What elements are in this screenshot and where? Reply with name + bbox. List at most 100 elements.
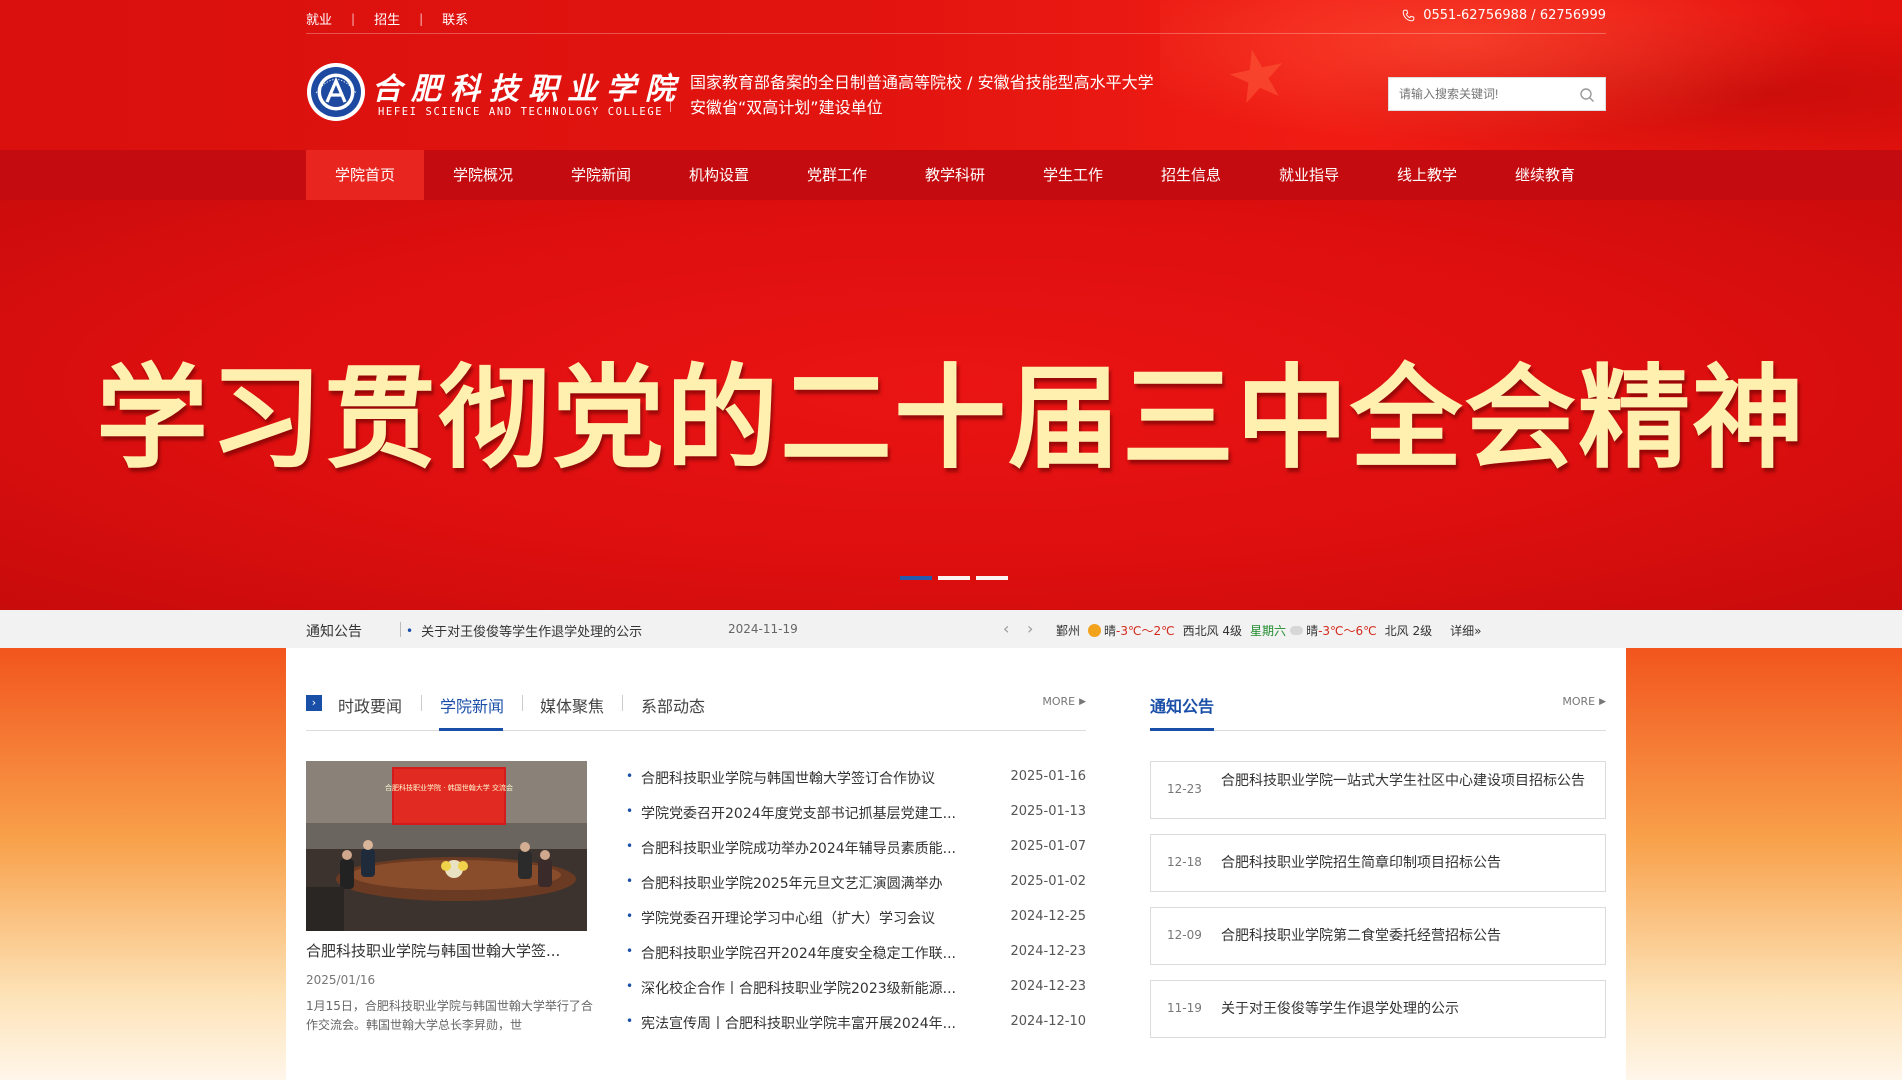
nav-item-departments[interactable]: 机构设置 — [660, 150, 778, 200]
sunny-icon — [1088, 624, 1102, 637]
clear-night-icon — [1290, 626, 1304, 635]
notices-title[interactable]: 通知公告 — [1150, 693, 1214, 717]
weather-detail-link[interactable]: 详细» — [1450, 622, 1481, 639]
news-list-item[interactable]: • 宪法宣传周丨合肥科技职业学院丰富开展2024年... 2024-12-10 — [626, 1013, 1086, 1048]
nav-item-party-work[interactable]: 党群工作 — [778, 150, 896, 200]
top-link-contact[interactable]: 联系 — [442, 9, 468, 28]
chevron-left-icon[interactable]: ‹ — [1003, 619, 1009, 638]
notice-card[interactable]: 12-18 合肥科技职业学院招生简章印制项目招标公告 — [1150, 834, 1606, 892]
notice-ticker-item[interactable]: • 关于对王俊俊等学生作退学处理的公示 — [406, 621, 643, 641]
weather-tomorrow-condition: 晴 — [1306, 624, 1319, 638]
search-input[interactable] — [1389, 78, 1569, 110]
chevron-right-icon[interactable]: › — [1027, 619, 1033, 638]
news-title[interactable]: 合肥科技职业学院与韩国世翰大学签订合作协议 — [641, 768, 971, 788]
top-links: 就业 | 招生 | 联系 — [306, 9, 468, 29]
top-link-admission[interactable]: 招生 — [374, 9, 400, 28]
tab-media-focus[interactable]: 媒体聚焦 — [540, 693, 604, 717]
notice-ticker-text: 关于对王俊俊等学生作退学处理的公示 — [421, 625, 643, 640]
notice-title[interactable]: 关于对王俊俊等学生作退学处理的公示 — [1221, 999, 1591, 1020]
tab-separator — [622, 695, 623, 711]
weather-tomorrow-wind: 北风 2级 — [1384, 624, 1433, 638]
banner-title: 学习贯彻党的二十届三中全会精神 — [96, 354, 1806, 484]
news-list-item[interactable]: • 合肥科技职业学院召开2024年度安全稳定工作联... 2024-12-23 — [626, 943, 1086, 978]
featured-news-photo[interactable]: 合肥科技职业学院 · 韩国世翰大学 交流会 — [306, 761, 587, 931]
news-list-item[interactable]: • 合肥科技职业学院与韩国世翰大学签订合作协议 2025-01-16 — [626, 768, 1086, 803]
nav-item-career[interactable]: 就业指导 — [1250, 150, 1368, 200]
slogan-line-1: 国家教育部备案的全日制普通高等院校 / 安徽省技能型高水平大学 — [690, 73, 1154, 92]
search-icon[interactable] — [1579, 87, 1595, 103]
news-title[interactable]: 深化校企合作丨合肥科技职业学院2023级新能源... — [641, 978, 971, 998]
triangle-right-icon: ▶ — [1599, 696, 1606, 707]
separator — [400, 622, 401, 637]
carousel-dot-2[interactable] — [938, 576, 970, 580]
notice-title[interactable]: 合肥科技职业学院一站式大学生社区中心建设项目招标公告 — [1221, 771, 1591, 792]
nav-items: 学院首页 学院概况 学院新闻 机构设置 党群工作 教学科研 学生工作 招生信息 … — [306, 150, 1604, 200]
bullet-icon: • — [406, 623, 414, 638]
weather-widget: 鄞州 晴 -3℃～2℃ 西北风 4级 星期六 晴 -3℃～6℃ 北风 2级 详细… — [1056, 622, 1481, 639]
bullet-icon: • — [626, 909, 634, 923]
news-title[interactable]: 合肥科技职业学院成功举办2024年辅导员素质能... — [641, 838, 971, 858]
hero-banner[interactable]: 学习贯彻党的二十届三中全会精神 — [0, 200, 1902, 610]
school-slogan: 国家教育部备案的全日制普通高等院校 / 安徽省技能型高水平大学 安徽省“双高计划… — [690, 70, 1154, 120]
notice-card[interactable]: 11-19 关于对王俊俊等学生作退学处理的公示 — [1150, 980, 1606, 1038]
notice-ticker-label: 通知公告 — [306, 624, 362, 640]
news-title[interactable]: 合肥科技职业学院2025年元旦文艺汇演圆满举办 — [641, 873, 971, 893]
nav-item-teaching-research[interactable]: 教学科研 — [896, 150, 1014, 200]
tab-separator — [421, 695, 422, 711]
news-list: • 合肥科技职业学院与韩国世翰大学签订合作协议 2025-01-16 • 学院党委召开… — [626, 768, 1086, 1048]
nav-item-overview[interactable]: 学院概况 — [424, 150, 542, 200]
news-list-item[interactable]: • 学院党委召开2024年度党支部书记抓基层党建工... 2025-01-13 — [626, 803, 1086, 838]
phone-number: 0551-62756988 / 62756999 — [1423, 8, 1606, 23]
notice-title[interactable]: 合肥科技职业学院招生简章印制项目招标公告 — [1221, 853, 1591, 874]
news-title[interactable]: 宪法宣传周丨合肥科技职业学院丰富开展2024年... — [641, 1013, 971, 1033]
news-list-item[interactable]: • 深化校企合作丨合肥科技职业学院2023级新能源... 2024-12-23 — [626, 978, 1086, 1013]
notice-title[interactable]: 合肥科技职业学院第二食堂委托经营招标公告 — [1221, 926, 1591, 947]
carousel-dot-3[interactable] — [976, 576, 1008, 580]
news-list-item[interactable]: • 合肥科技职业学院成功举办2024年辅导员素质能... 2025-01-07 — [626, 838, 1086, 873]
nav-item-online-teaching[interactable]: 线上教学 — [1368, 150, 1486, 200]
bullet-icon: • — [626, 979, 634, 993]
active-tab-underline — [1150, 728, 1214, 731]
school-name-cn: 合肥科技职业学院 — [372, 72, 684, 107]
news-title[interactable]: 合肥科技职业学院召开2024年度安全稳定工作联... — [641, 943, 971, 963]
weather-today-wind: 西北风 4级 — [1182, 624, 1243, 638]
nav-item-student-affairs[interactable]: 学生工作 — [1014, 150, 1132, 200]
tab-political-news[interactable]: 时政要闻 — [338, 693, 402, 717]
nav-item-admissions[interactable]: 招生信息 — [1132, 150, 1250, 200]
tab-college-news[interactable]: 学院新闻 — [440, 693, 504, 717]
news-date: 2025-01-02 — [1010, 874, 1086, 889]
notice-card[interactable]: 12-23 合肥科技职业学院一站式大学生社区中心建设项目招标公告 — [1150, 761, 1606, 819]
slogan-line-2: 安徽省“双高计划”建设单位 — [690, 98, 883, 117]
news-list-item[interactable]: • 合肥科技职业学院2025年元旦文艺汇演圆满举办 2025-01-02 — [626, 873, 1086, 908]
nav-item-continuing-education[interactable]: 继续教育 — [1486, 150, 1604, 200]
news-title[interactable]: 学院党委召开2024年度党支部书记抓基层党建工... — [641, 803, 971, 823]
bullet-icon: • — [626, 944, 634, 958]
notice-card[interactable]: 12-09 合肥科技职业学院第二食堂委托经营招标公告 — [1150, 907, 1606, 965]
news-more-link[interactable]: MORE ▶ — [1042, 695, 1086, 708]
tab-department-news[interactable]: 系部动态 — [641, 693, 705, 717]
triangle-right-icon: ▶ — [1079, 696, 1086, 707]
weather-tomorrow-temp: -3℃～6℃ — [1318, 624, 1377, 638]
notices-more-link[interactable]: MORE ▶ — [1562, 695, 1606, 708]
logo-divider — [670, 72, 671, 112]
news-date: 2025-01-16 — [1010, 769, 1086, 784]
notice-date: 12-09 — [1167, 928, 1202, 942]
news-date: 2025-01-13 — [1010, 804, 1086, 819]
notice-date: 12-23 — [1167, 782, 1202, 796]
news-title[interactable]: 学院党委召开理论学习中心组（扩大）学习会议 — [641, 908, 971, 928]
notices-header: 通知公告 MORE ▶ — [1150, 693, 1606, 731]
nav-item-news[interactable]: 学院新闻 — [542, 150, 660, 200]
bullet-icon: • — [626, 839, 634, 853]
separator: | — [351, 11, 356, 26]
bullet-icon: • — [626, 804, 634, 818]
tab-separator — [522, 695, 523, 711]
news-list-item[interactable]: • 学院党委召开理论学习中心组（扩大）学习会议 2024-12-25 — [626, 908, 1086, 943]
school-logo[interactable] — [306, 62, 366, 122]
nav-item-home[interactable]: 学院首页 — [306, 150, 424, 200]
featured-news-caption[interactable]: 合肥科技职业学院与韩国世翰大学签... — [306, 940, 591, 961]
notices-more-label: MORE — [1562, 695, 1596, 708]
photo-screen-text: 合肥科技职业学院 · 韩国世翰大学 交流会 — [385, 783, 513, 792]
notice-ticker-bar: 通知公告 • 关于对王俊俊等学生作退学处理的公示 2024-11-19 ‹ › … — [0, 610, 1902, 648]
top-link-employment[interactable]: 就业 — [306, 9, 332, 28]
carousel-dot-1[interactable] — [900, 576, 932, 580]
